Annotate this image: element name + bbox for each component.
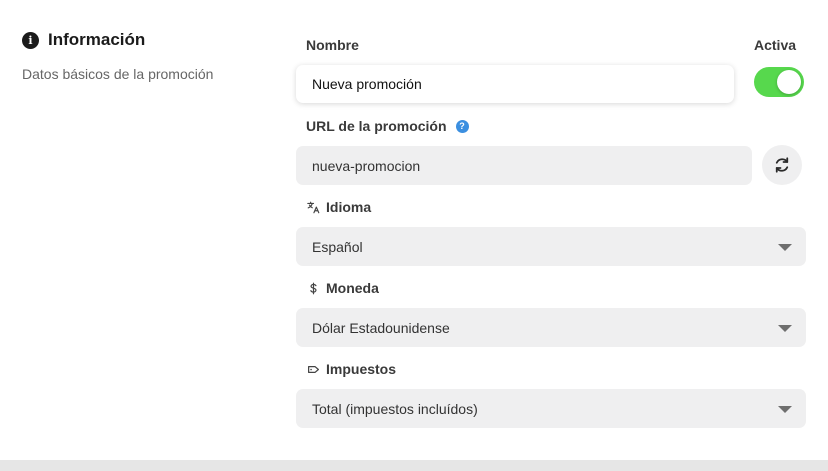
currency-label: Moneda bbox=[307, 280, 379, 296]
language-selected-value: Español bbox=[312, 238, 363, 255]
currency-select[interactable]: Dólar Estadounidense bbox=[296, 308, 806, 347]
taxes-select[interactable]: Total (impuestos incluídos) bbox=[296, 389, 806, 428]
name-input[interactable] bbox=[312, 76, 734, 92]
url-field[interactable] bbox=[296, 146, 752, 185]
section-description: Datos básicos de la promoción bbox=[22, 66, 214, 82]
taxes-label-text: Impuestos bbox=[326, 361, 397, 377]
active-label: Activa bbox=[754, 37, 796, 53]
active-toggle[interactable] bbox=[754, 67, 804, 97]
translate-icon bbox=[307, 201, 320, 213]
name-label: Nombre bbox=[306, 37, 359, 53]
currency-label-text: Moneda bbox=[326, 280, 379, 296]
language-label-text: Idioma bbox=[326, 199, 372, 215]
url-input[interactable] bbox=[312, 157, 752, 174]
refresh-icon bbox=[775, 157, 789, 173]
taxes-label: Impuestos bbox=[307, 361, 396, 377]
section-divider bbox=[0, 460, 828, 471]
info-icon: i bbox=[22, 31, 39, 49]
currency-selected-value: Dólar Estadounidense bbox=[312, 319, 450, 336]
regenerate-url-button[interactable] bbox=[762, 145, 802, 185]
name-field[interactable] bbox=[296, 65, 734, 103]
dollar-icon bbox=[310, 282, 317, 294]
chevron-down-icon bbox=[778, 405, 792, 413]
toggle-knob bbox=[777, 70, 801, 94]
taxes-selected-value: Total (impuestos incluídos) bbox=[312, 400, 478, 417]
url-label-text: URL de la promoción bbox=[306, 118, 447, 134]
section-header: i Información bbox=[22, 30, 145, 50]
language-select[interactable]: Español bbox=[296, 227, 806, 266]
chevron-down-icon bbox=[778, 324, 792, 332]
tag-icon bbox=[308, 365, 319, 373]
chevron-down-icon bbox=[778, 243, 792, 251]
language-label: Idioma bbox=[307, 199, 371, 215]
name-label-text: Nombre bbox=[306, 37, 359, 53]
section-title: Información bbox=[48, 30, 146, 49]
help-icon[interactable]: ? bbox=[455, 119, 469, 133]
active-label-text: Activa bbox=[754, 37, 797, 53]
url-label: URL de la promoción ? bbox=[306, 118, 469, 134]
